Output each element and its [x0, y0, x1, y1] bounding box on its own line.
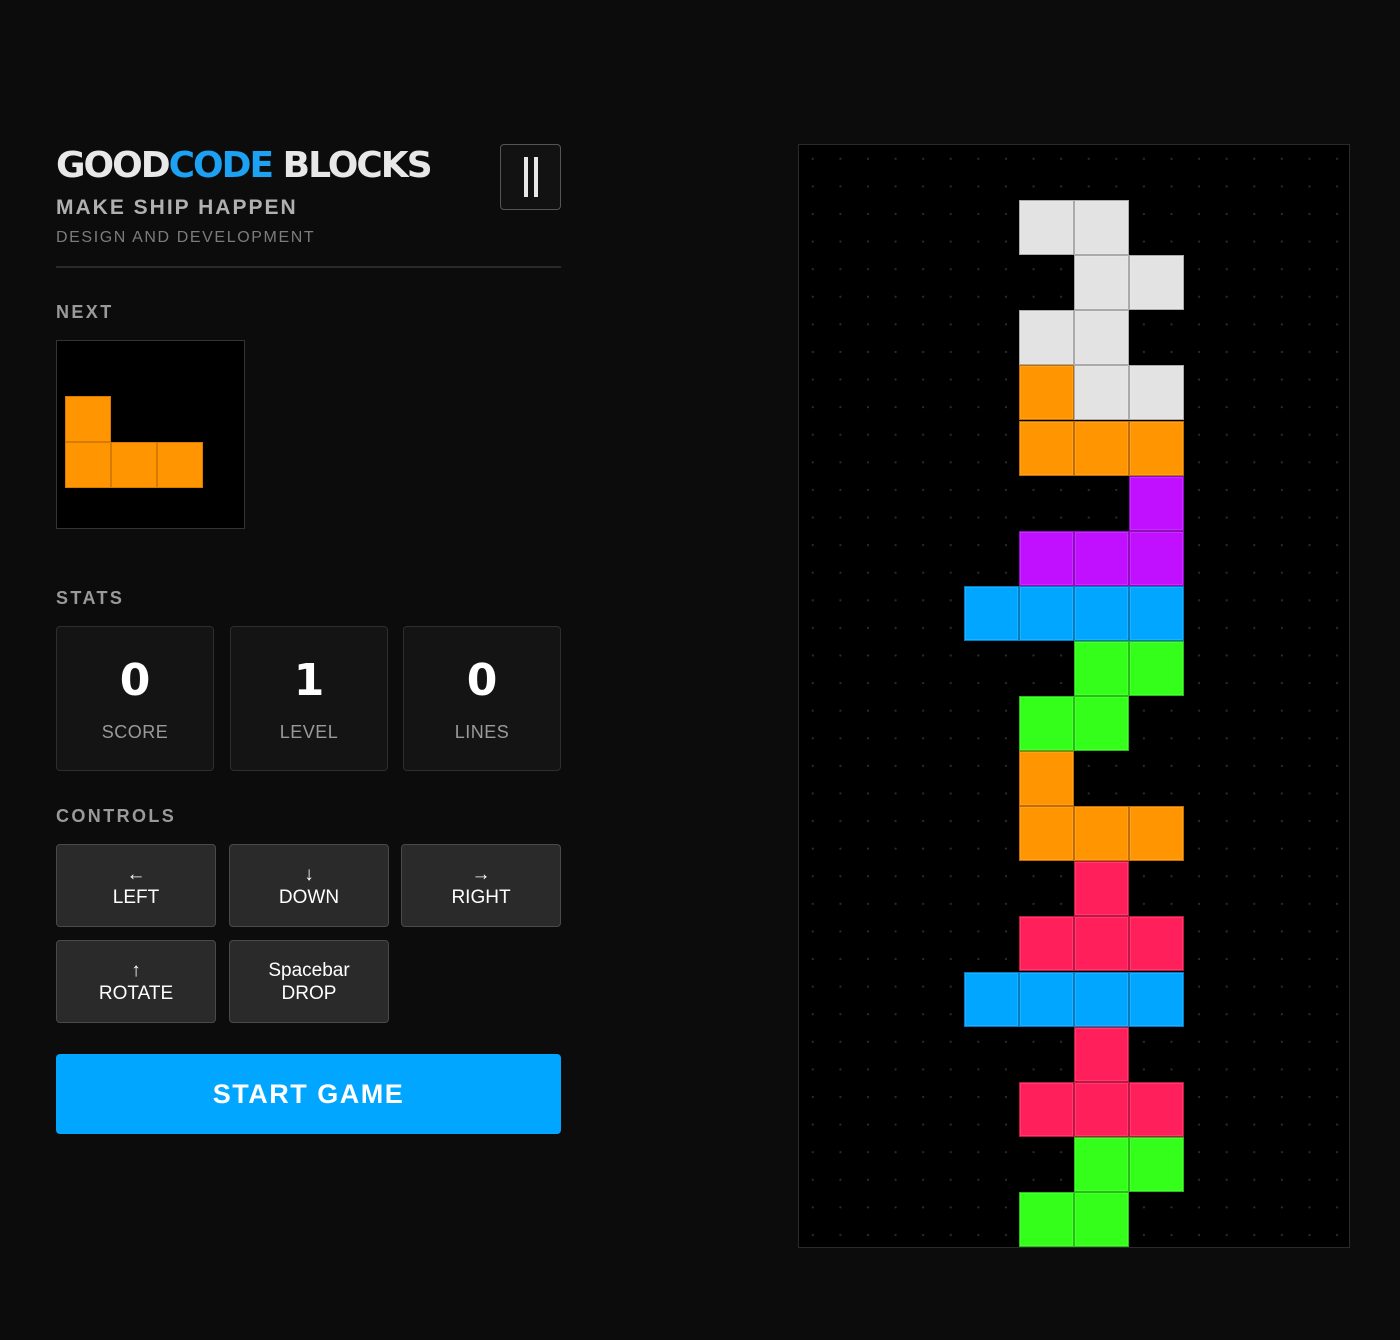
board-block [1129, 1081, 1184, 1137]
board-block [1074, 861, 1129, 917]
board-block [1129, 916, 1184, 972]
board-block [1074, 1026, 1129, 1082]
next-piece-block [157, 442, 203, 488]
drop-button[interactable]: Spacebar DROP [229, 940, 389, 1023]
game-board [798, 144, 1350, 1248]
board-block [1074, 1191, 1129, 1247]
board-block [1074, 916, 1129, 972]
down-button[interactable]: ↓ DOWN [229, 844, 389, 927]
board-block [1019, 971, 1074, 1027]
board-block [1074, 255, 1129, 311]
spacebar-key-label: Spacebar [268, 959, 350, 981]
stat-score: 0 SCORE [56, 626, 214, 771]
board-block [1074, 1136, 1129, 1192]
next-piece-block [111, 442, 157, 488]
left-button-label: LEFT [112, 886, 160, 908]
board-block [1074, 310, 1129, 366]
board-block [1129, 365, 1184, 421]
board-block [1129, 971, 1184, 1027]
board-block [1019, 1081, 1074, 1137]
stat-level: 1 LEVEL [230, 626, 388, 771]
score-label: SCORE [101, 722, 169, 742]
rotate-button-label: ROTATE [98, 982, 174, 1004]
left-button[interactable]: ← LEFT [56, 844, 216, 927]
next-piece-block [65, 396, 111, 442]
board-block [1129, 255, 1184, 311]
board-block [1019, 1191, 1074, 1247]
header-divider [56, 266, 561, 268]
board-block [1019, 585, 1074, 641]
stat-lines: 0 LINES [403, 626, 561, 771]
board-block [1019, 530, 1074, 586]
board-block [1074, 640, 1129, 696]
board-block [1129, 585, 1184, 641]
board-block [964, 971, 1019, 1027]
board-block [1074, 420, 1129, 476]
lines-value: 0 [466, 655, 498, 706]
board-block [1074, 200, 1129, 256]
board-block [1074, 696, 1129, 752]
down-button-label: DOWN [278, 886, 340, 908]
rotate-button[interactable]: ↑ ROTATE [56, 940, 216, 1023]
controls-label: CONTROLS [56, 806, 177, 826]
board-block [1074, 1081, 1129, 1137]
right-button[interactable]: → RIGHT [401, 844, 561, 927]
app-title: GOODCODE BLOCKS [56, 144, 433, 188]
board-block [1019, 916, 1074, 972]
tagline: MAKE SHIP HAPPEN [56, 196, 298, 219]
arrow-right-icon: → [471, 863, 491, 885]
next-label: NEXT [56, 302, 114, 322]
score-value: 0 [119, 655, 151, 706]
board-block [1129, 1136, 1184, 1192]
board-block [1074, 971, 1129, 1027]
board-block [1129, 475, 1184, 531]
pause-icon-bar [533, 157, 538, 197]
title-part-blocks: BLOCKS [272, 145, 433, 186]
board-block [1019, 420, 1074, 476]
board-block [1129, 806, 1184, 862]
subtagline: DESIGN AND DEVELOPMENT [56, 229, 316, 246]
board-block [1019, 310, 1074, 366]
right-button-label: RIGHT [451, 886, 511, 908]
board-block [964, 585, 1019, 641]
start-game-button[interactable]: START GAME [56, 1054, 561, 1134]
pause-button[interactable] [500, 144, 561, 210]
board-block [1129, 640, 1184, 696]
board-block [1074, 530, 1129, 586]
board-block [1129, 420, 1184, 476]
next-piece-preview [56, 340, 245, 529]
next-piece-block [65, 442, 111, 488]
board-block [1019, 365, 1074, 421]
title-part-good: GOOD [56, 145, 171, 186]
board-block [1074, 585, 1129, 641]
board-block [1129, 530, 1184, 586]
drop-button-label: DROP [281, 982, 337, 1004]
title-part-code: CODE [168, 145, 274, 186]
board-block [1019, 806, 1074, 862]
arrow-down-icon: ↓ [304, 863, 314, 885]
pause-icon [523, 157, 528, 197]
board-block [1074, 365, 1129, 421]
board-block [1019, 200, 1074, 256]
arrow-left-icon: ← [126, 863, 146, 885]
board-block [1074, 806, 1129, 862]
stats-label: STATS [56, 588, 125, 608]
board-block [1019, 751, 1074, 807]
arrow-up-icon: ↑ [131, 959, 141, 981]
level-value: 1 [293, 655, 325, 706]
lines-label: LINES [454, 722, 510, 742]
board-block [1019, 696, 1074, 752]
level-label: LEVEL [279, 722, 339, 742]
